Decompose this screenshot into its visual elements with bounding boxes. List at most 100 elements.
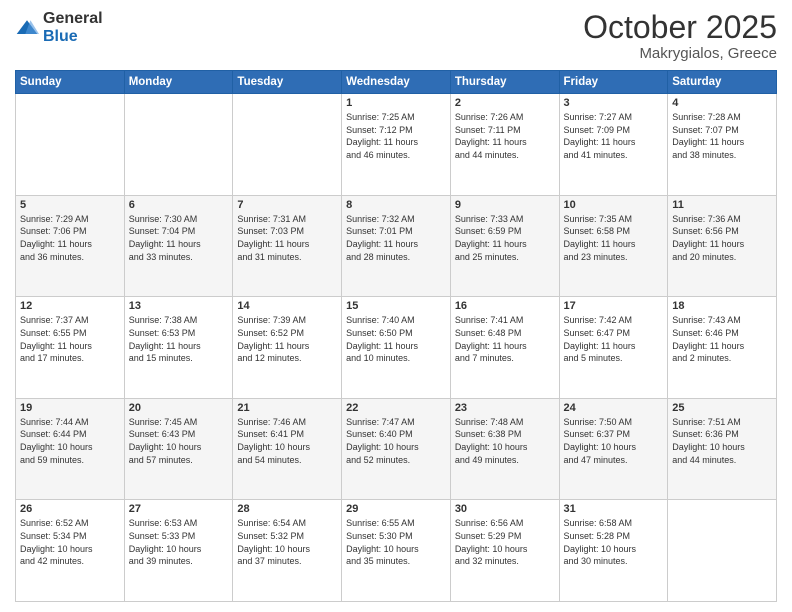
calendar-cell: 14 Sunrise: 7:39 AM Sunset: 6:52 PM Dayli… [233,297,342,399]
day-number: 12 [20,300,120,312]
calendar-week-3: 19 Sunrise: 7:44 AM Sunset: 6:44 PM Dayli… [16,398,777,500]
calendar-cell: 1 Sunrise: 7:25 AM Sunset: 7:12 PM Daylig… [342,94,451,196]
day-info: Sunrise: 7:43 AM Sunset: 6:46 PM Dayligh… [672,314,772,364]
day-info: Sunrise: 6:56 AM Sunset: 5:29 PM Dayligh… [455,517,555,567]
calendar-cell: 3 Sunrise: 7:27 AM Sunset: 7:09 PM Daylig… [559,94,668,196]
calendar-header-row: Sunday Monday Tuesday Wednesday Thursday… [16,71,777,94]
day-info: Sunrise: 7:25 AM Sunset: 7:12 PM Dayligh… [346,111,446,161]
calendar-cell: 21 Sunrise: 7:46 AM Sunset: 6:41 PM Dayli… [233,398,342,500]
day-info: Sunrise: 7:30 AM Sunset: 7:04 PM Dayligh… [129,213,229,263]
logo-blue: Blue [43,28,78,45]
calendar-cell: 28 Sunrise: 6:54 AM Sunset: 5:32 PM Dayli… [233,500,342,602]
calendar-cell: 7 Sunrise: 7:31 AM Sunset: 7:03 PM Daylig… [233,195,342,297]
day-info: Sunrise: 7:35 AM Sunset: 6:58 PM Dayligh… [564,213,664,263]
calendar-cell: 6 Sunrise: 7:30 AM Sunset: 7:04 PM Daylig… [124,195,233,297]
header-thursday: Thursday [450,71,559,94]
day-info: Sunrise: 7:31 AM Sunset: 7:03 PM Dayligh… [237,213,337,263]
calendar: Sunday Monday Tuesday Wednesday Thursday… [15,70,777,602]
day-info: Sunrise: 7:44 AM Sunset: 6:44 PM Dayligh… [20,416,120,466]
calendar-cell: 15 Sunrise: 7:40 AM Sunset: 6:50 PM Dayli… [342,297,451,399]
day-number: 7 [237,199,337,211]
day-info: Sunrise: 6:52 AM Sunset: 5:34 PM Dayligh… [20,517,120,567]
day-info: Sunrise: 7:42 AM Sunset: 6:47 PM Dayligh… [564,314,664,364]
day-info: Sunrise: 6:53 AM Sunset: 5:33 PM Dayligh… [129,517,229,567]
logo-text: General Blue [43,10,103,46]
calendar-cell: 23 Sunrise: 7:48 AM Sunset: 6:38 PM Dayli… [450,398,559,500]
calendar-cell: 13Sunrise: 7:38 AM Sunset: 6:53 PM Dayli… [124,297,233,399]
day-number: 13 [129,300,229,312]
header-tuesday: Tuesday [233,71,342,94]
logo: General Blue [15,10,103,46]
day-info: Sunrise: 7:32 AM Sunset: 7:01 PM Dayligh… [346,213,446,263]
calendar-cell: 25 Sunrise: 7:51 AM Sunset: 6:36 PM Dayli… [668,398,777,500]
calendar-cell: 30Sunrise: 6:56 AM Sunset: 5:29 PM Dayli… [450,500,559,602]
header-wednesday: Wednesday [342,71,451,94]
day-info: Sunrise: 7:37 AM Sunset: 6:55 PM Dayligh… [20,314,120,364]
title-block: October 2025 Makrygialos, Greece [583,10,777,62]
day-number: 23 [455,402,555,414]
day-info: Sunrise: 7:26 AM Sunset: 7:11 PM Dayligh… [455,111,555,161]
day-info: Sunrise: 7:36 AM Sunset: 6:56 PM Dayligh… [672,213,772,263]
day-number: 26 [20,503,120,515]
day-number: 15 [346,300,446,312]
day-number: 28 [237,503,337,515]
logo-general: General [43,10,103,27]
day-info: Sunrise: 7:46 AM Sunset: 6:41 PM Dayligh… [237,416,337,466]
day-info: Sunrise: 7:51 AM Sunset: 6:36 PM Dayligh… [672,416,772,466]
day-number: 18 [672,300,772,312]
day-number: 21 [237,402,337,414]
header-sunday: Sunday [16,71,125,94]
day-number: 24 [564,402,664,414]
day-number: 3 [564,97,664,109]
title-month: October 2025 [583,10,777,45]
day-number: 1 [346,97,446,109]
calendar-week-2: 12 Sunrise: 7:37 AM Sunset: 6:55 PM Dayli… [16,297,777,399]
calendar-cell: 20Sunrise: 7:45 AM Sunset: 6:43 PM Dayli… [124,398,233,500]
day-info: Sunrise: 7:28 AM Sunset: 7:07 PM Dayligh… [672,111,772,161]
title-location: Makrygialos, Greece [583,45,777,62]
logo-icon [15,18,39,38]
day-number: 22 [346,402,446,414]
day-info: Sunrise: 7:48 AM Sunset: 6:38 PM Dayligh… [455,416,555,466]
day-number: 27 [129,503,229,515]
day-info: Sunrise: 6:55 AM Sunset: 5:30 PM Dayligh… [346,517,446,567]
day-number: 10 [564,199,664,211]
day-number: 16 [455,300,555,312]
calendar-cell: 5Sunrise: 7:29 AM Sunset: 7:06 PM Daylig… [16,195,125,297]
calendar-cell [233,94,342,196]
day-number: 5 [20,199,120,211]
calendar-week-0: 1 Sunrise: 7:25 AM Sunset: 7:12 PM Daylig… [16,94,777,196]
day-number: 11 [672,199,772,211]
day-number: 25 [672,402,772,414]
day-number: 14 [237,300,337,312]
day-number: 2 [455,97,555,109]
calendar-cell: 18 Sunrise: 7:43 AM Sunset: 6:46 PM Dayli… [668,297,777,399]
day-number: 19 [20,402,120,414]
day-info: Sunrise: 7:27 AM Sunset: 7:09 PM Dayligh… [564,111,664,161]
calendar-cell: 26 Sunrise: 6:52 AM Sunset: 5:34 PM Dayli… [16,500,125,602]
calendar-cell: 10 Sunrise: 7:35 AM Sunset: 6:58 PM Dayli… [559,195,668,297]
day-info: Sunrise: 7:47 AM Sunset: 6:40 PM Dayligh… [346,416,446,466]
calendar-cell: 12 Sunrise: 7:37 AM Sunset: 6:55 PM Dayli… [16,297,125,399]
day-info: Sunrise: 7:50 AM Sunset: 6:37 PM Dayligh… [564,416,664,466]
day-number: 8 [346,199,446,211]
day-info: Sunrise: 7:41 AM Sunset: 6:48 PM Dayligh… [455,314,555,364]
calendar-cell [124,94,233,196]
calendar-cell: 24 Sunrise: 7:50 AM Sunset: 6:37 PM Dayli… [559,398,668,500]
day-info: Sunrise: 7:39 AM Sunset: 6:52 PM Dayligh… [237,314,337,364]
page: General Blue October 2025 Makrygialos, G… [0,0,792,612]
day-info: Sunrise: 6:54 AM Sunset: 5:32 PM Dayligh… [237,517,337,567]
day-number: 9 [455,199,555,211]
day-number: 6 [129,199,229,211]
day-number: 31 [564,503,664,515]
calendar-cell: 27 Sunrise: 6:53 AM Sunset: 5:33 PM Dayli… [124,500,233,602]
day-info: Sunrise: 7:40 AM Sunset: 6:50 PM Dayligh… [346,314,446,364]
day-info: Sunrise: 7:45 AM Sunset: 6:43 PM Dayligh… [129,416,229,466]
calendar-cell: 17 Sunrise: 7:42 AM Sunset: 6:47 PM Dayli… [559,297,668,399]
day-number: 17 [564,300,664,312]
calendar-cell: 22 Sunrise: 7:47 AM Sunset: 6:40 PM Dayli… [342,398,451,500]
header-friday: Friday [559,71,668,94]
day-number: 4 [672,97,772,109]
calendar-cell: 19 Sunrise: 7:44 AM Sunset: 6:44 PM Dayli… [16,398,125,500]
header-saturday: Saturday [668,71,777,94]
